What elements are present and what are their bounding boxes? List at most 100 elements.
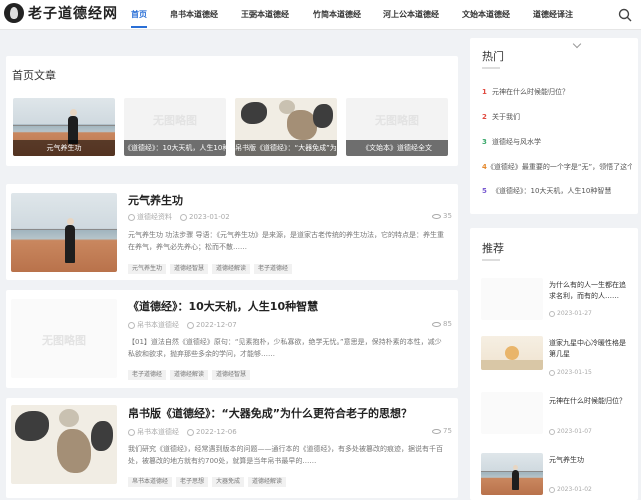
tag[interactable]: 道德经解读 [170, 370, 209, 380]
placeholder-text: 无图略图 [153, 114, 197, 127]
site-title: 老子道德经网 [28, 6, 118, 22]
recommend-date: 2023-01-27 [557, 310, 592, 317]
eye-icon [432, 321, 441, 327]
tag[interactable]: 帛书本道德经 [128, 477, 173, 487]
featured-caption: 帛书版《道德经》：“大器免成”为什么更符合老子的思想？ [235, 140, 337, 156]
hot-rank: 1 [482, 88, 487, 96]
hot-item[interactable]: 3 道德经与风水学 [482, 137, 541, 147]
folder-icon [128, 213, 135, 221]
search-icon[interactable] [618, 8, 632, 22]
post-title[interactable]: 帛书版《道德经》：“大器免成”为什么更符合老子的思想？ [128, 405, 412, 421]
post-views: 75 [432, 427, 452, 435]
folder-icon [128, 321, 135, 329]
folder-icon [128, 428, 135, 436]
post-tags: 老子道德经 道德经解读 道德经智慧 [128, 370, 251, 380]
post-views: 85 [432, 320, 452, 328]
clock-icon [549, 369, 555, 376]
post-date: 2022-12-07 [196, 321, 237, 329]
nav-item-wangbi[interactable]: 王弼本道德经 [241, 0, 289, 30]
site-header: 老子道德经网 首页 帛书本道德经 王弼本道德经 竹简本道德经 河上公本道德经 文… [0, 0, 641, 30]
hot-item-text[interactable]: 元神在什么时候能归位？ [492, 87, 569, 97]
featured-item-1[interactable]: 元气养生功 [13, 98, 115, 156]
tag[interactable]: 老子思想 [176, 477, 209, 487]
logo-icon [4, 3, 24, 23]
post-views: 35 [432, 212, 452, 220]
recommend-item-date: 2023-01-02 [549, 486, 592, 493]
recommend-date: 2023-01-02 [557, 486, 592, 493]
hot-rank: 3 [482, 138, 487, 146]
featured-caption: 《文始本》道德经全文 [346, 140, 448, 156]
recommend-item-title[interactable]: 元神在什么时候能归位？ [549, 396, 629, 407]
hot-rank: 2 [482, 113, 487, 121]
tag[interactable]: 道德经解读 [248, 477, 287, 487]
hot-item[interactable]: 4 《道德经》最重要的一个字是“无”，领悟了这个字... [482, 162, 632, 172]
tag[interactable]: 元气养生功 [128, 264, 167, 274]
post-date: 2022-12-06 [196, 428, 237, 436]
post-thumbnail[interactable] [11, 405, 117, 484]
hot-item-text[interactable]: 道德经与风水学 [492, 137, 541, 147]
recommend-thumbnail[interactable] [481, 453, 543, 495]
featured-caption: 《道德经》：10大天机，人生10种智慧 [124, 140, 226, 156]
nav-item-zhujian[interactable]: 竹简本道德经 [313, 0, 361, 30]
recommend-thumbnail[interactable] [481, 392, 543, 434]
tag[interactable]: 大器免成 [212, 477, 245, 487]
clock-icon [549, 428, 555, 435]
nav-item-yizhu[interactable]: 道德经译注 [533, 0, 573, 30]
post-tags: 帛书本道德经 老子思想 大器免成 道德经解读 [128, 477, 287, 487]
recommend-thumbnail[interactable] [481, 336, 543, 370]
featured-item-3[interactable]: 帛书版《道德经》：“大器免成”为什么更符合老子的思想？ [235, 98, 337, 156]
site-logo[interactable]: 老子道德经网 [4, 3, 118, 23]
recommend-item-date: 2023-01-07 [549, 428, 592, 435]
hot-title: 热门 [482, 50, 504, 69]
home-section-title: 首页文章 [12, 69, 56, 82]
recommend-item-title[interactable]: 道家九星中心冷暖性格是第几星 [549, 338, 629, 360]
recommend-thumbnail[interactable] [481, 278, 543, 320]
nav-item-heshanggong[interactable]: 河上公本道德经 [383, 0, 439, 30]
featured-item-2[interactable]: 无图略图 《道德经》：10大天机，人生10种智慧 [124, 98, 226, 156]
hot-item[interactable]: 2 关于我们 [482, 112, 520, 122]
post-thumbnail[interactable] [11, 193, 117, 272]
views-count: 75 [443, 427, 452, 435]
post-category[interactable]: 帛书本道德经 [137, 320, 179, 330]
tag[interactable]: 道德经解读 [212, 264, 251, 274]
post-category[interactable]: 帛书本道德经 [137, 427, 179, 437]
recommend-item-title[interactable]: 元气养生功 [549, 455, 629, 466]
recommend-item-date: 2023-01-15 [549, 369, 592, 376]
placeholder-text: 无图略图 [42, 334, 86, 347]
clock-icon [180, 213, 187, 221]
tag[interactable]: 老子道德经 [254, 264, 293, 274]
post-meta: 道德经资料 2023-01-02 [128, 212, 230, 222]
recommend-title: 推荐 [482, 242, 504, 261]
hot-item-text[interactable]: 关于我们 [492, 112, 520, 122]
nav-item-boshu[interactable]: 帛书本道德经 [170, 0, 218, 30]
clock-icon [187, 428, 194, 436]
hot-item-text[interactable]: 《道德经》最重要的一个字是“无”，领悟了这个字... [487, 162, 632, 172]
hot-item[interactable]: 5 《道德经》：10大天机，人生10种智慧 [482, 186, 632, 196]
hot-rank: 5 [482, 187, 487, 195]
clock-icon [549, 310, 555, 317]
recommend-item-date: 2023-01-27 [549, 310, 592, 317]
clock-icon [187, 321, 194, 329]
post-excerpt: 我们研究《道德经》，经常遇到版本的问题——通行本的《道德经》，有多处被篡改的痕迹… [128, 445, 443, 465]
tag[interactable]: 老子道德经 [128, 370, 167, 380]
recommend-date: 2023-01-07 [557, 428, 592, 435]
post-thumbnail[interactable]: 无图略图 [11, 299, 117, 378]
hot-item-text[interactable]: 《道德经》：10大天机，人生10种智慧 [492, 186, 611, 196]
tag[interactable]: 道德经智慧 [212, 370, 251, 380]
tag[interactable]: 道德经智慧 [170, 264, 209, 274]
recommend-date: 2023-01-15 [557, 369, 592, 376]
placeholder-text: 无图略图 [375, 114, 419, 127]
post-title[interactable]: 元气养生功 [128, 192, 183, 208]
post-category[interactable]: 道德经资料 [137, 212, 172, 222]
views-count: 85 [443, 320, 452, 328]
post-title[interactable]: 《道德经》：10大天机，人生10种智慧 [128, 298, 318, 314]
clock-icon [549, 486, 555, 493]
post-meta: 帛书本道德经 2022-12-07 [128, 320, 237, 330]
featured-caption: 元气养生功 [13, 140, 115, 156]
views-count: 35 [443, 212, 452, 220]
nav-item-wenshi[interactable]: 文始本道德经 [462, 0, 510, 30]
hot-item[interactable]: 1 元神在什么时候能归位？ [482, 87, 569, 97]
featured-item-4[interactable]: 无图略图 《文始本》道德经全文 [346, 98, 448, 156]
nav-item-home[interactable]: 首页 [131, 0, 147, 30]
recommend-item-title[interactable]: 为什么有的人一生都在追求名利，而有的人…… [549, 280, 629, 302]
